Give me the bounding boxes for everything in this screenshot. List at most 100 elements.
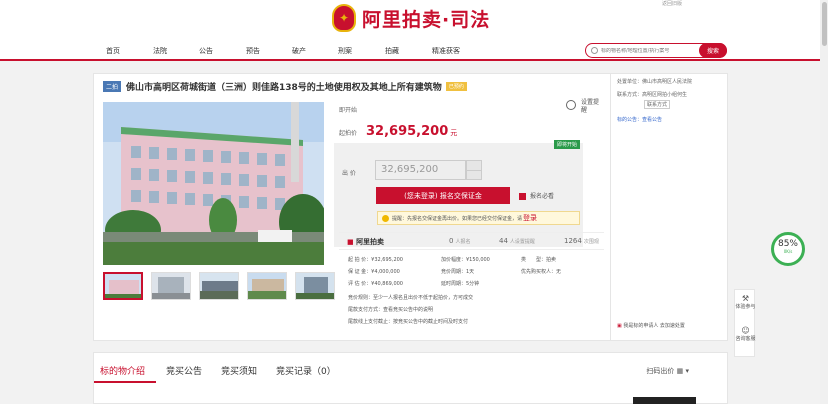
photo-thumbnails [103,272,338,302]
auction-status: 即开始 [339,107,358,114]
reserved-tag: 已预约 [445,81,467,91]
search-box: 搜索 [585,43,727,58]
bid-label: 出 价 [342,170,356,177]
thumb-image-icon [152,273,190,299]
hammer-icon: ⚒ [741,294,750,303]
ali-brand-text: 阿里拍卖 [356,238,385,246]
clock-icon [566,100,576,110]
tab-announcement[interactable]: 竞买公告 [166,364,202,377]
thumbnail[interactable] [247,272,287,300]
detail-increment: 加价幅度：¥150,000 [441,257,490,263]
auction-stats-row: ■ 阿里拍卖 0 人报名 44 人设置提醒 1264 次围观 [339,232,604,250]
search-icon [591,47,598,54]
detail-deadline: 尾款线上支付截止：按竞买公告中的截止时间及时支付 [348,319,469,325]
active-tab-underline [94,381,156,383]
tab-bid-records[interactable]: 竞买记录（0） [276,364,336,377]
scrollbar[interactable] [820,0,828,404]
bid-amount-input[interactable]: 32,695,200 [375,160,466,180]
lot-main-photo[interactable] [103,102,324,265]
search-button[interactable]: 搜索 [699,43,727,58]
old-version-link[interactable]: 返回旧版 [662,0,682,7]
customer-service-tool[interactable]: ☺ 咨询客服 [735,326,756,342]
lot-main-panel: 二拍 佛山市高明区荷城街道（三洲）则佳路138号的土地使用权及其地上所有建筑物 … [93,73,611,341]
thumbnail[interactable] [151,272,191,300]
detail-payment: 尾款支付方式：查看竞买公告中的说明 [348,307,434,313]
lot-title: 佛山市高明区荷城街道（三洲）则佳路138号的土地使用权及其地上所有建筑物 [126,82,442,93]
reminder-label: 设置提醒 [581,99,600,114]
top-bar: ✦ 阿里拍卖·司法 返回旧版 [0,0,828,40]
stat-number: 0 [449,237,454,245]
stat-label: 人报名 [455,239,471,245]
content-preview-strip [633,397,696,404]
feedback-tool[interactable]: ⚒ 体验参与 [735,294,756,310]
contact-button[interactable]: 联系方式 [644,100,671,109]
start-price-row: 起拍价 32,695,200 元 [339,124,457,139]
ali-auction-logo: ■ 阿里拍卖 [347,237,384,247]
detail-period: 竞价周期：1天 [441,269,475,275]
detail-rule: 竞价规则：至少一人报名且出价不低于起拍价，方可成交 [348,295,474,301]
registration-guide-label: 报名必看 [530,193,555,200]
thumbnail[interactable] [103,272,143,300]
applicant-link-text: 我是标的申请人 去加速处置 [623,323,685,329]
stat-number: 1264 [564,237,582,245]
tip-text: 提醒：先报名交保证金再出价。如果您已经交付保证金，请 [392,215,523,222]
scan-bid-label: 扫码出价 [646,367,675,375]
scan-bid-button[interactable]: 扫码出价 ▦ ▾ [646,366,689,376]
tab-notice[interactable]: 竞买须知 [221,364,257,377]
qr-code-icon: ▦ [676,367,684,375]
nav-court[interactable]: 法院 [153,46,167,56]
deposit-tip: 提醒：先报名交保证金再出价。如果您已经交付保证金，请 登录 [377,211,580,225]
detail-type: 类 型：拍卖 [521,257,557,263]
view-count: 1264 次围观 [564,237,599,245]
nav-collection[interactable]: 拍藏 [385,46,399,56]
detail-start-price: 起 拍 价：¥32,695,200 [348,257,403,263]
detail-delay: 延时周期：5分钟 [441,281,480,287]
tip-login-link[interactable]: 登录 [523,213,537,223]
notice-link[interactable]: 标的公告：查看公告 [617,116,662,123]
nav-precise[interactable]: 精准获客 [432,46,460,56]
logo-text: 阿里拍卖·司法 [362,8,491,31]
starting-soon-badge: 即将开始 [553,140,580,149]
ali-logo-mark-icon: ■ [347,238,354,246]
lot-title-row: 二拍 佛山市高明区荷城街道（三洲）则佳路138号的土地使用权及其地上所有建筑物 … [103,79,467,93]
detail-deposit: 保 证 金：¥4,000,000 [348,269,400,275]
bid-stepper[interactable] [466,160,482,180]
reminder-count: 44 人设置提醒 [499,237,535,245]
nav-criminal[interactable]: 刑案 [338,46,352,56]
stat-label: 次围观 [583,239,599,245]
applicant-speedup-link[interactable]: ▣ 我是标的申请人 去加速处置 [617,322,685,329]
thumb-image-icon [200,273,238,299]
stepper-up[interactable] [467,161,481,171]
book-icon [519,193,526,200]
scrollbar-thumb[interactable] [822,2,827,46]
start-price-label: 起拍价 [339,130,358,137]
second-auction-tag: 二拍 [103,80,122,92]
nav-home[interactable]: 首页 [106,46,120,56]
nav-bankruptcy[interactable]: 破产 [292,46,306,56]
pay-deposit-button[interactable]: (您未登录) 报名交保证金 [376,187,510,204]
nav-preview[interactable]: 预告 [246,46,260,56]
thumbnail[interactable] [199,272,239,300]
thumbnail[interactable] [295,272,335,300]
set-reminder-button[interactable]: 设置提醒 [564,96,604,126]
contact-info: 联系方式：高明区网拍小组何生 [617,92,688,98]
court-side-panel: 处置单位：佛山市高明区人民法院 联系方式：高明区网拍小组何生 联系方式 标的公告… [611,73,728,341]
feedback-label: 体验参与 [735,304,756,310]
agent-icon: ☺ [741,326,750,335]
site-logo[interactable]: ✦ 阿里拍卖·司法 [332,3,490,33]
detail-assess: 评 估 价：¥40,869,000 [348,281,403,287]
registration-guide-link[interactable]: 报名必看 [519,191,554,200]
search-input[interactable] [601,47,696,54]
chevron-down-icon: ▾ [685,367,689,375]
thumb-image-icon [248,273,286,299]
start-price-value: 32,695,200 [366,124,449,139]
stat-number: 44 [499,237,508,245]
nav-notice[interactable]: 公告 [199,46,213,56]
gauge-speed: 0K/s [783,249,793,254]
price-unit: 元 [450,129,458,137]
thumb-image-icon [105,274,141,298]
court-emblem-icon: ✦ [332,4,356,32]
network-gauge[interactable]: 85% 0K/s [771,232,805,266]
tab-intro[interactable]: 标的物介绍 [100,364,145,377]
stat-label: 人设置提醒 [509,239,535,245]
